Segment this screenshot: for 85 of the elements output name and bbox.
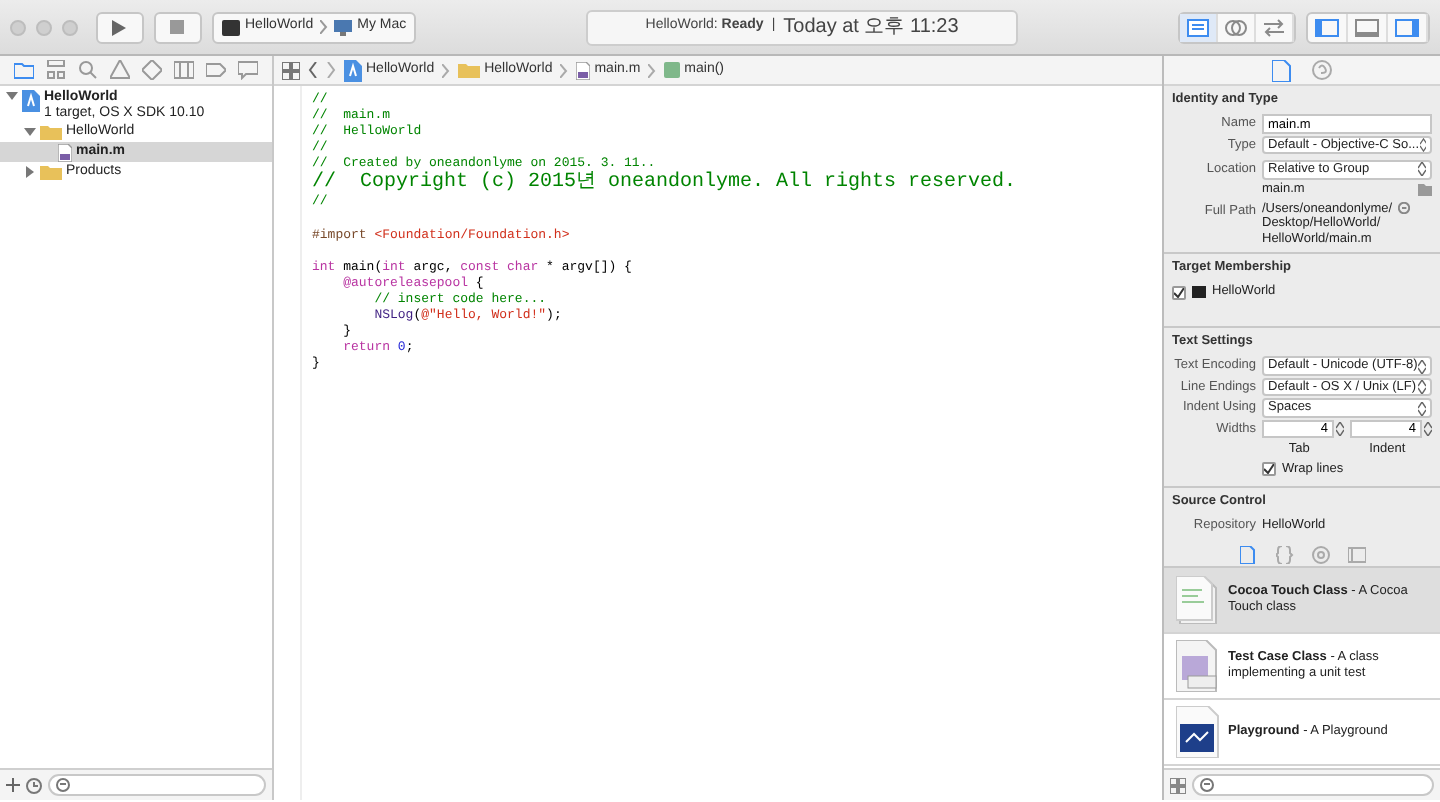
folder-icon[interactable]	[1418, 184, 1432, 197]
checkmark-icon	[1174, 287, 1184, 297]
updown-arrows-icon	[1418, 401, 1426, 415]
project-icon	[22, 90, 40, 112]
editor-mode-control[interactable]	[1178, 11, 1296, 43]
library-tab[interactable]	[1311, 545, 1329, 564]
updown-arrows-icon	[1418, 359, 1426, 373]
navigator-tab[interactable]	[14, 60, 34, 80]
braces-icon	[1275, 545, 1293, 564]
library-tab[interactable]	[1239, 545, 1257, 564]
gauge-icon	[174, 60, 194, 80]
expanded-triangle-icon	[5, 90, 17, 102]
chevron-icon	[560, 63, 569, 77]
playground-icon	[1176, 706, 1220, 759]
expanded-triangle-icon	[23, 126, 35, 138]
assistant-editor-icon	[1224, 17, 1248, 37]
chevron-icon	[442, 63, 451, 77]
navigator-tab[interactable]	[78, 60, 98, 80]
navigator-tab[interactable]	[110, 60, 130, 80]
debug-pane-icon	[1354, 17, 1380, 37]
filter-icon	[1200, 778, 1214, 792]
stepper-icon[interactable]	[1424, 422, 1432, 436]
filter-field[interactable]	[48, 774, 266, 796]
library-tab[interactable]	[1275, 545, 1293, 564]
stop-button[interactable]	[153, 11, 201, 43]
filter-icon	[56, 778, 70, 792]
navigator-tab[interactable]	[238, 60, 258, 80]
utilities-pane-icon	[1394, 17, 1420, 37]
inspector-tab[interactable]	[1312, 59, 1332, 81]
checkmark-icon	[1264, 464, 1274, 475]
source-file-icon	[576, 61, 591, 79]
checkbox[interactable]	[1262, 462, 1276, 477]
search-icon	[78, 60, 98, 80]
folder-icon	[14, 60, 34, 80]
editor-mode-button[interactable]	[1180, 13, 1218, 41]
checkbox[interactable]	[1172, 285, 1186, 299]
app-icon	[221, 19, 239, 35]
collapsed-triangle-icon	[23, 166, 35, 178]
code-line: // Copyright (c) 2015년 oneandonlyme. All rights reserved.	[312, 172, 1017, 195]
view-toggle-control[interactable]	[1306, 11, 1430, 43]
disclosure-triangle[interactable]	[4, 90, 18, 102]
document-stack-icon	[1176, 576, 1220, 625]
folder-icon	[458, 62, 481, 78]
source-file-icon	[58, 143, 72, 161]
object-icon	[1311, 545, 1329, 564]
file-icon	[1272, 59, 1292, 81]
mac-icon	[333, 19, 352, 35]
stepper-icon[interactable]	[1336, 422, 1344, 436]
library-tab[interactable]	[1347, 545, 1365, 564]
speech-bubble-icon	[238, 60, 258, 80]
run-button[interactable]	[95, 11, 143, 43]
build-time: Today at 오후 11:23	[783, 14, 959, 42]
updown-arrows-icon	[1418, 162, 1426, 177]
standard-editor-icon	[1186, 17, 1210, 37]
filter-field[interactable]	[1192, 774, 1434, 796]
warning-icon	[110, 60, 130, 80]
related-items-icon[interactable]	[282, 61, 300, 79]
help-icon	[1312, 59, 1332, 81]
updown-arrows-icon	[1418, 380, 1426, 394]
updown-arrows-icon	[1419, 138, 1426, 152]
hierarchy-icon	[46, 60, 66, 80]
disclosure-triangle[interactable]	[22, 126, 36, 138]
version-editor-icon	[1262, 17, 1286, 37]
navigator-tab[interactable]	[142, 60, 162, 80]
navigator-tab[interactable]	[174, 60, 194, 80]
clock-icon[interactable]	[26, 777, 42, 793]
file-icon	[1239, 545, 1257, 564]
play-icon	[112, 19, 126, 35]
target-icon	[1192, 286, 1206, 298]
function-icon	[664, 62, 681, 78]
inspector-tab[interactable]	[1272, 59, 1292, 81]
back-icon[interactable]	[308, 62, 318, 78]
grid-view-icon[interactable]	[1170, 777, 1186, 793]
chevron-icon	[319, 20, 328, 34]
stop-icon	[170, 20, 184, 34]
navigator-tab[interactable]	[206, 60, 226, 80]
breakpoint-icon	[206, 60, 226, 80]
add-icon[interactable]	[6, 778, 20, 792]
navigator-pane-icon	[1314, 17, 1340, 37]
chevron-icon	[648, 63, 657, 77]
disclosure-triangle[interactable]	[22, 166, 36, 178]
media-icon	[1347, 545, 1365, 564]
diamond-icon	[142, 60, 162, 80]
navigator-tab[interactable]	[46, 60, 66, 80]
test-document-icon	[1176, 640, 1220, 693]
